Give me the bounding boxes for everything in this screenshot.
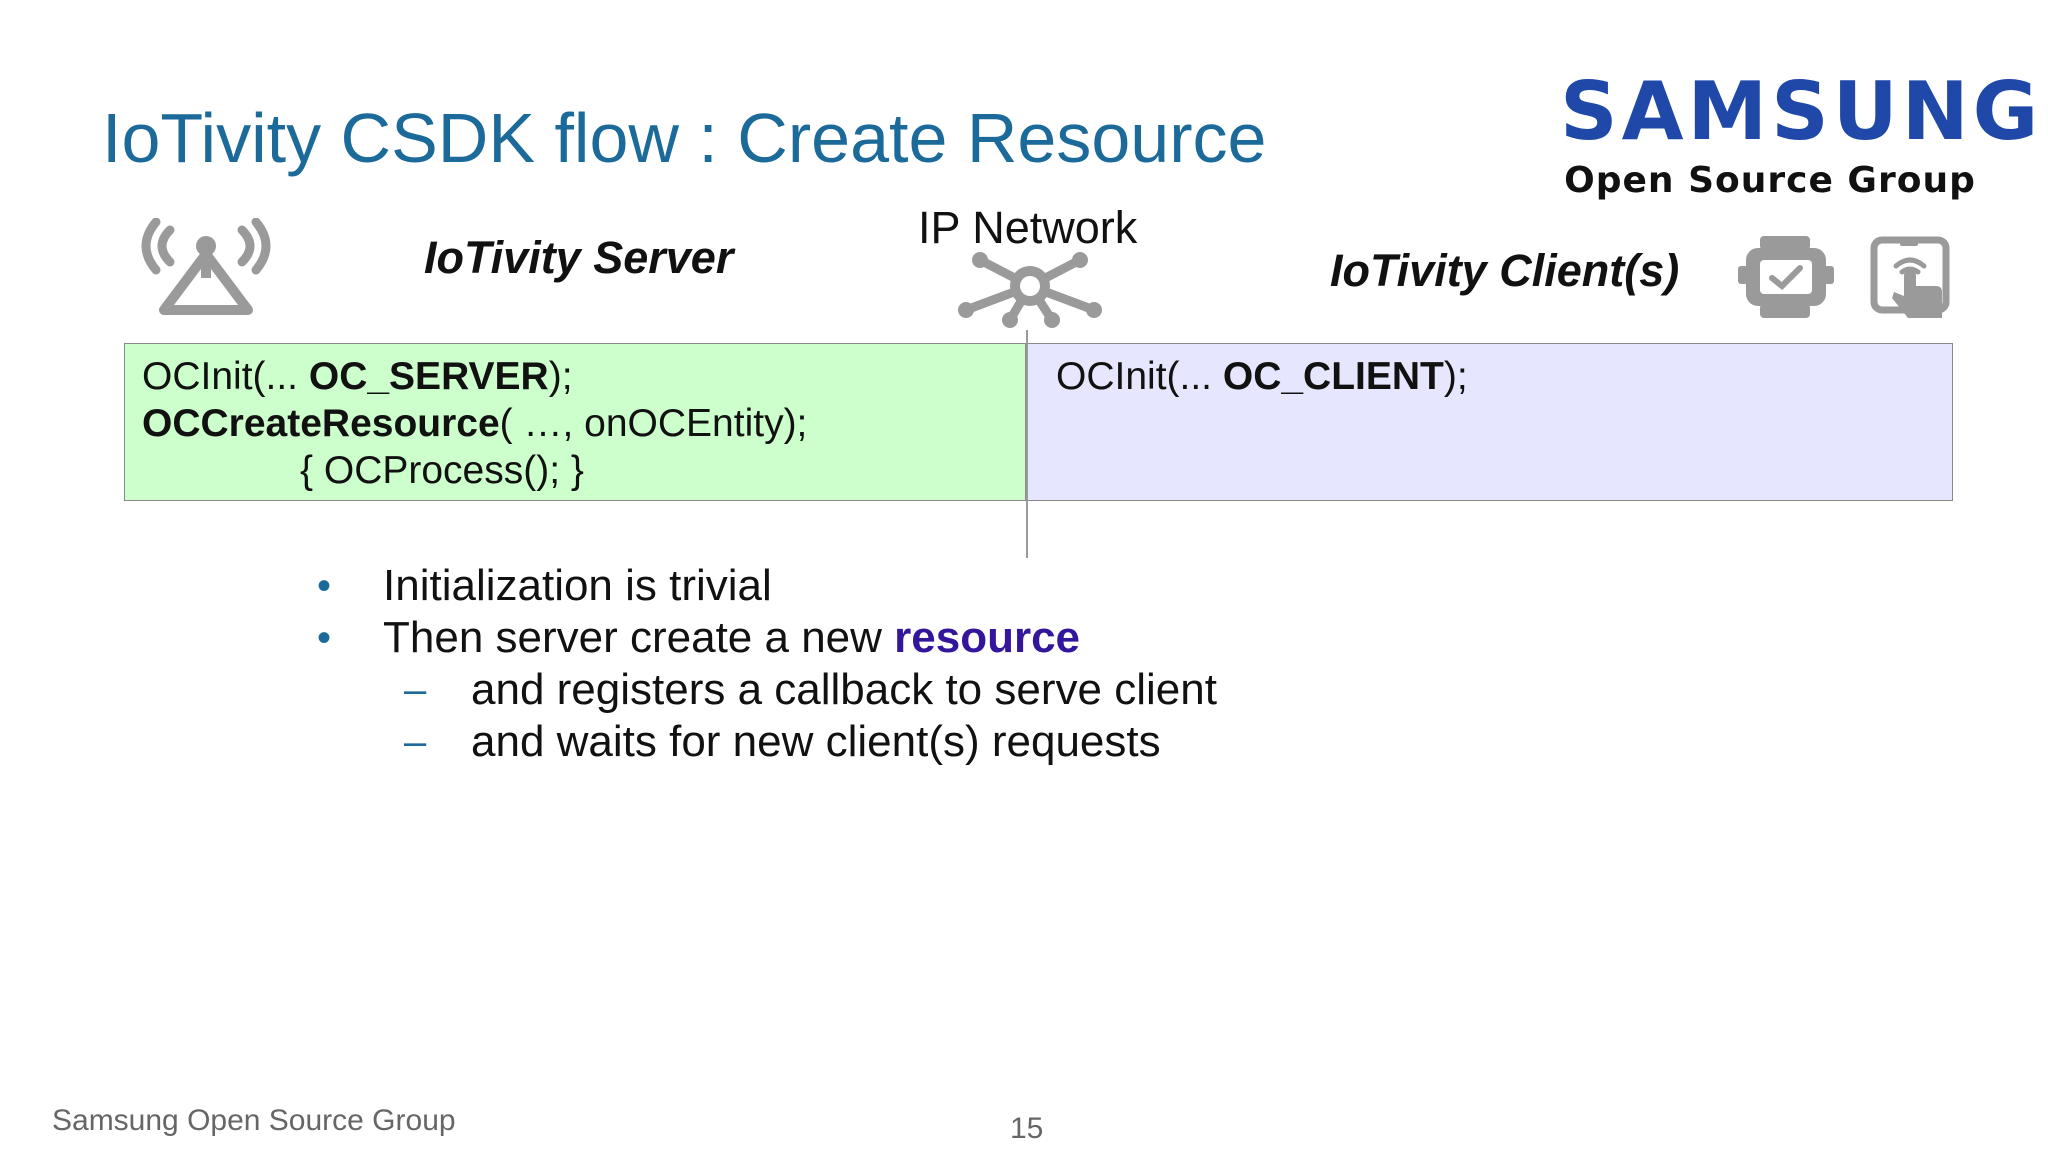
logo-wordmark: SAMSUNG [1560, 65, 2043, 158]
logo-subtitle: Open Source Group [1564, 160, 1976, 201]
sub-bullet-marker: – [404, 720, 427, 764]
antenna-icon [141, 218, 271, 315]
sub-bullet-marker: – [404, 668, 427, 712]
bullet-initialization: Initialization is trivial [383, 561, 772, 610]
server-code-line-init: OCInit(... OC_SERVER); [142, 355, 573, 398]
footer-text: Samsung Open Source Group [52, 1104, 456, 1137]
highlight-resource: resource [894, 613, 1081, 662]
sub-bullet-callback: and registers a callback to serve client [471, 665, 1217, 714]
bullet-marker: • [317, 616, 332, 660]
bullet-create-resource: Then server create a new resource [383, 613, 1081, 662]
network-divider-line [1026, 330, 1028, 558]
server-label: IoTivity Server [424, 232, 734, 283]
samsung-logo: SAMSUNG Open Source Group [1560, 65, 2043, 202]
smartwatch-icon [1738, 236, 1834, 318]
page-number: 15 [1010, 1112, 1044, 1145]
client-label: IoTivity Client(s) [1330, 245, 1680, 296]
server-code-line-process: { OCProcess(); } [300, 449, 584, 492]
slide-title: IoTivity CSDK flow : Create Resource [102, 99, 1267, 177]
bullet-marker: • [317, 564, 332, 608]
network-hub-icon [958, 252, 1102, 328]
sub-bullet-wait: and waits for new client(s) requests [471, 717, 1161, 766]
client-code-line-init: OCInit(... OC_CLIENT); [1056, 355, 1468, 398]
server-code-line-create: OCCreateResource( …, onOCEntity); [142, 402, 808, 445]
tablet-touch-icon [1870, 236, 1950, 318]
